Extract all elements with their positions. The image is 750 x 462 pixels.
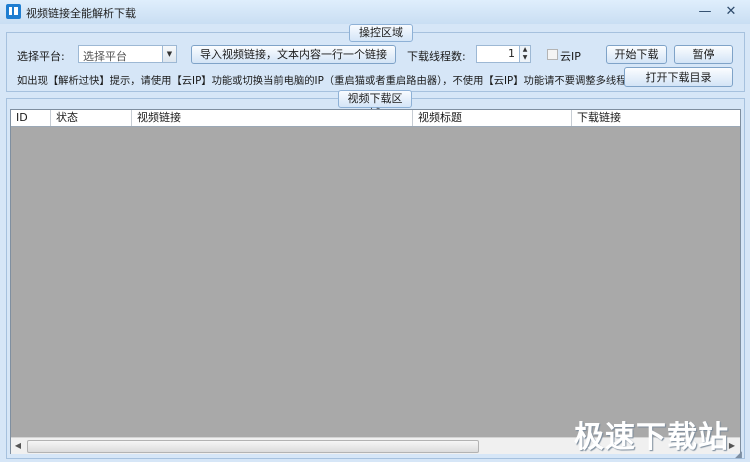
cloud-ip-checkbox[interactable] bbox=[547, 49, 558, 60]
start-download-button[interactable]: 开始下载 bbox=[606, 45, 667, 64]
download-table[interactable]: ID 状态 视频链接 视频标题 下载链接 ◀ ▶ bbox=[10, 109, 741, 454]
chevron-down-icon[interactable]: ▼ bbox=[162, 46, 176, 62]
window-title: 视频链接全能解析下载 bbox=[26, 7, 136, 20]
title-bar[interactable]: 视频链接全能解析下载 — ✕ bbox=[0, 0, 750, 24]
scrollbar-thumb[interactable] bbox=[27, 440, 479, 453]
close-button[interactable]: ✕ bbox=[720, 2, 742, 21]
column-header-id[interactable]: ID bbox=[11, 110, 51, 126]
hint-text: 如出现【解析过快】提示，请使用【云IP】功能或切换当前电脑的IP（重启猫或者重启… bbox=[17, 75, 627, 87]
pause-button[interactable]: 暂停 bbox=[674, 45, 733, 64]
app-icon bbox=[6, 4, 21, 19]
spin-up-icon[interactable]: ▲ bbox=[520, 46, 530, 54]
download-area-label: 视频下载区域 bbox=[338, 90, 412, 120]
threads-input[interactable]: 1 bbox=[476, 45, 520, 63]
column-header-status[interactable]: 状态 bbox=[51, 110, 132, 126]
spin-down-icon[interactable]: ▼ bbox=[520, 54, 530, 62]
watermark-logo: 极速下载站 bbox=[574, 420, 729, 455]
minimize-button[interactable]: — bbox=[694, 2, 716, 21]
control-area-label: 操控区域 bbox=[349, 24, 413, 42]
threads-spinner[interactable]: ▲ ▼ bbox=[519, 45, 531, 63]
table-header: ID 状态 视频链接 视频标题 下载链接 bbox=[11, 110, 740, 127]
import-links-button[interactable]: 导入视频链接，文本内容一行一个链接 bbox=[191, 45, 396, 64]
platform-select[interactable]: 选择平台 ▼ bbox=[78, 45, 177, 63]
platform-label: 选择平台: bbox=[17, 50, 65, 63]
open-download-dir-button[interactable]: 打开下载目录 bbox=[624, 67, 733, 87]
threads-label: 下载线程数: bbox=[407, 50, 466, 63]
column-header-download-link[interactable]: 下载链接 bbox=[572, 110, 740, 126]
scroll-left-icon[interactable]: ◀ bbox=[11, 438, 25, 454]
cloud-ip-label: 云IP bbox=[560, 50, 581, 63]
column-header-video-link[interactable]: 视频链接 bbox=[132, 110, 413, 126]
column-header-video-title[interactable]: 视频标题 bbox=[413, 110, 572, 126]
platform-select-value: 选择平台 bbox=[83, 50, 127, 63]
resize-grip-icon[interactable]: ◢ bbox=[735, 450, 747, 460]
